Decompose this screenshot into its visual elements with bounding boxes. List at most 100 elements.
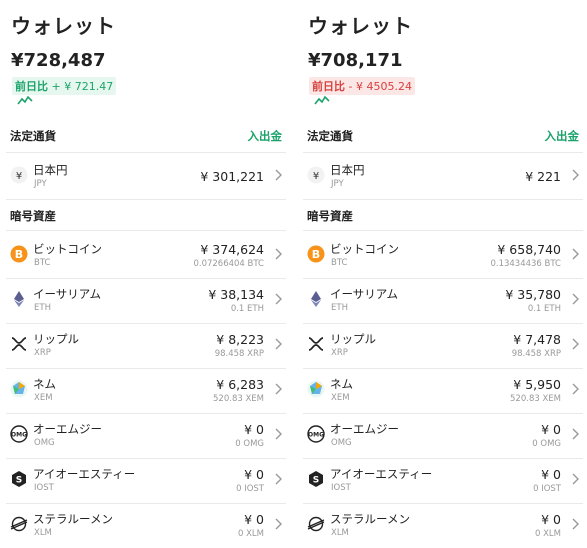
- asset-row-omg[interactable]: OMG オーエムジー OMG ¥ 0 0 OMG: [6, 414, 286, 458]
- asset-name: 日本円: [33, 163, 68, 177]
- asset-value: ¥ 301,221: [200, 169, 264, 184]
- asset-name: ネム: [330, 377, 353, 391]
- asset-name: ステラルーメン: [33, 512, 114, 526]
- asset-symbol: XRP: [331, 348, 348, 358]
- asset-row-iost[interactable]: S アイオーエスティー IOST ¥ 0 0 IOST: [303, 459, 583, 503]
- asset-row-jpy[interactable]: ¥ 日本円 JPY ¥ 301,221: [6, 155, 286, 199]
- asset-value: ¥ 374,624: [200, 242, 264, 257]
- asset-value: ¥ 0: [244, 422, 264, 437]
- chevron-right-icon: [572, 428, 579, 440]
- chevron-right-icon: [572, 338, 579, 350]
- asset-symbol: ETH: [331, 303, 348, 313]
- asset-row-omg[interactable]: OMG オーエムジー OMG ¥ 0 0 OMG: [303, 414, 583, 458]
- asset-value: ¥ 8,223: [216, 332, 264, 347]
- asset-amount: 520.83 XEM: [213, 394, 264, 404]
- crypto-section-header: 暗号資産: [307, 208, 579, 224]
- asset-name: アイオーエスティー: [33, 467, 136, 481]
- bitcoin-icon: B: [307, 245, 325, 263]
- asset-value: ¥ 0: [244, 512, 264, 527]
- asset-row-btc[interactable]: B ビットコイン BTC ¥ 374,624 0.07266404 BTC: [6, 234, 286, 278]
- asset-row-xrp[interactable]: リップル XRP ¥ 7,478 98.458 XRP: [303, 324, 583, 368]
- asset-name: リップル: [33, 332, 79, 346]
- asset-amount: 98.458 XRP: [511, 349, 561, 359]
- svg-text:S: S: [16, 476, 22, 486]
- asset-symbol: XLM: [331, 528, 349, 538]
- asset-symbol: BTC: [331, 258, 348, 268]
- asset-name: ビットコイン: [33, 242, 102, 256]
- chevron-right-icon: [572, 383, 579, 395]
- asset-symbol: XEM: [34, 393, 53, 403]
- omg-icon: OMG: [307, 425, 325, 443]
- divider: [303, 152, 583, 153]
- asset-amount: 0 IOST: [236, 484, 264, 494]
- ethereum-icon: [311, 291, 321, 307]
- svg-text:B: B: [15, 248, 23, 261]
- fiat-section-label: 法定通貨: [10, 129, 56, 143]
- asset-name: ステラルーメン: [330, 512, 411, 526]
- chevron-right-icon: [572, 169, 579, 181]
- asset-amount: 0.13434436 BTC: [490, 259, 561, 269]
- chevron-right-icon: [572, 473, 579, 485]
- asset-row-xlm[interactable]: ステラルーメン XLM ¥ 0 0 XLM: [303, 504, 583, 548]
- total-balance: ¥708,171: [308, 50, 403, 71]
- asset-row-xem[interactable]: ネム XEM ¥ 5,950 520.83 XEM: [303, 369, 583, 413]
- chevron-right-icon: [275, 338, 282, 350]
- chevron-right-icon: [572, 248, 579, 260]
- asset-value: ¥ 38,134: [208, 287, 264, 302]
- asset-value: ¥ 658,740: [497, 242, 561, 257]
- asset-value: ¥ 0: [541, 467, 561, 482]
- divider: [303, 199, 583, 200]
- asset-row-xlm[interactable]: ステラルーメン XLM ¥ 0 0 XLM: [6, 504, 286, 548]
- asset-row-iost[interactable]: S アイオーエスティー IOST ¥ 0 0 IOST: [6, 459, 286, 503]
- svg-text:¥: ¥: [313, 171, 319, 182]
- asset-name: オーエムジー: [330, 422, 399, 436]
- asset-amount: 98.458 XRP: [214, 349, 264, 359]
- daily-change-badge: 前日比 - ¥ 4505.24: [309, 77, 415, 95]
- comparison-screenshot: ウォレット ¥728,487 前日比 + ¥ 721.47 法定通貨 入出金 ¥…: [0, 0, 587, 542]
- total-balance: ¥728,487: [11, 50, 106, 71]
- crypto-section-label: 暗号資産: [10, 209, 56, 223]
- asset-symbol: XRP: [34, 348, 51, 358]
- asset-name: ネム: [33, 377, 56, 391]
- asset-amount: 0 OMG: [532, 439, 561, 449]
- asset-value: ¥ 35,780: [505, 287, 561, 302]
- asset-amount: 0.1 ETH: [527, 304, 561, 314]
- asset-amount: 0 OMG: [235, 439, 264, 449]
- asset-name: ビットコイン: [330, 242, 399, 256]
- asset-symbol: IOST: [331, 483, 351, 493]
- fiat-section-header: 法定通貨 入出金: [307, 128, 579, 144]
- sparkline-icon: [314, 95, 330, 105]
- deposit-withdraw-link[interactable]: 入出金: [545, 128, 580, 144]
- sparkline-icon: [17, 95, 33, 105]
- asset-value: ¥ 0: [541, 422, 561, 437]
- stellar-icon: [10, 516, 28, 532]
- asset-symbol: OMG: [331, 438, 352, 448]
- deposit-withdraw-link[interactable]: 入出金: [248, 128, 283, 144]
- chevron-right-icon: [275, 383, 282, 395]
- asset-value: ¥ 0: [541, 512, 561, 527]
- divider: [6, 230, 286, 231]
- asset-name: リップル: [330, 332, 376, 346]
- asset-row-jpy[interactable]: ¥ 日本円 JPY ¥ 221: [303, 155, 583, 199]
- asset-row-eth[interactable]: イーサリアム ETH ¥ 38,134 0.1 ETH: [6, 279, 286, 323]
- asset-row-xrp[interactable]: リップル XRP ¥ 8,223 98.458 XRP: [6, 324, 286, 368]
- asset-name: オーエムジー: [33, 422, 102, 436]
- asset-value: ¥ 6,283: [216, 377, 264, 392]
- chevron-right-icon: [275, 518, 282, 530]
- ethereum-icon: [14, 291, 24, 307]
- fiat-section-label: 法定通貨: [307, 129, 353, 143]
- asset-row-eth[interactable]: イーサリアム ETH ¥ 35,780 0.1 ETH: [303, 279, 583, 323]
- asset-row-xem[interactable]: ネム XEM ¥ 6,283 520.83 XEM: [6, 369, 286, 413]
- daily-change-value: + ¥ 721.47: [51, 80, 114, 93]
- divider: [6, 152, 286, 153]
- svg-text:OMG: OMG: [308, 432, 324, 439]
- asset-amount: 0.07266404 BTC: [193, 259, 264, 269]
- asset-row-btc[interactable]: B ビットコイン BTC ¥ 658,740 0.13434436 BTC: [303, 234, 583, 278]
- chevron-right-icon: [572, 518, 579, 530]
- page-title: ウォレット: [308, 14, 413, 38]
- iost-icon: S: [309, 471, 323, 487]
- asset-symbol: XEM: [331, 393, 350, 403]
- wallet-panel-after: ウォレット ¥708,171 前日比 - ¥ 4505.24 法定通貨 入出金 …: [297, 0, 587, 542]
- asset-symbol: JPY: [34, 179, 47, 189]
- stellar-icon: [307, 516, 325, 532]
